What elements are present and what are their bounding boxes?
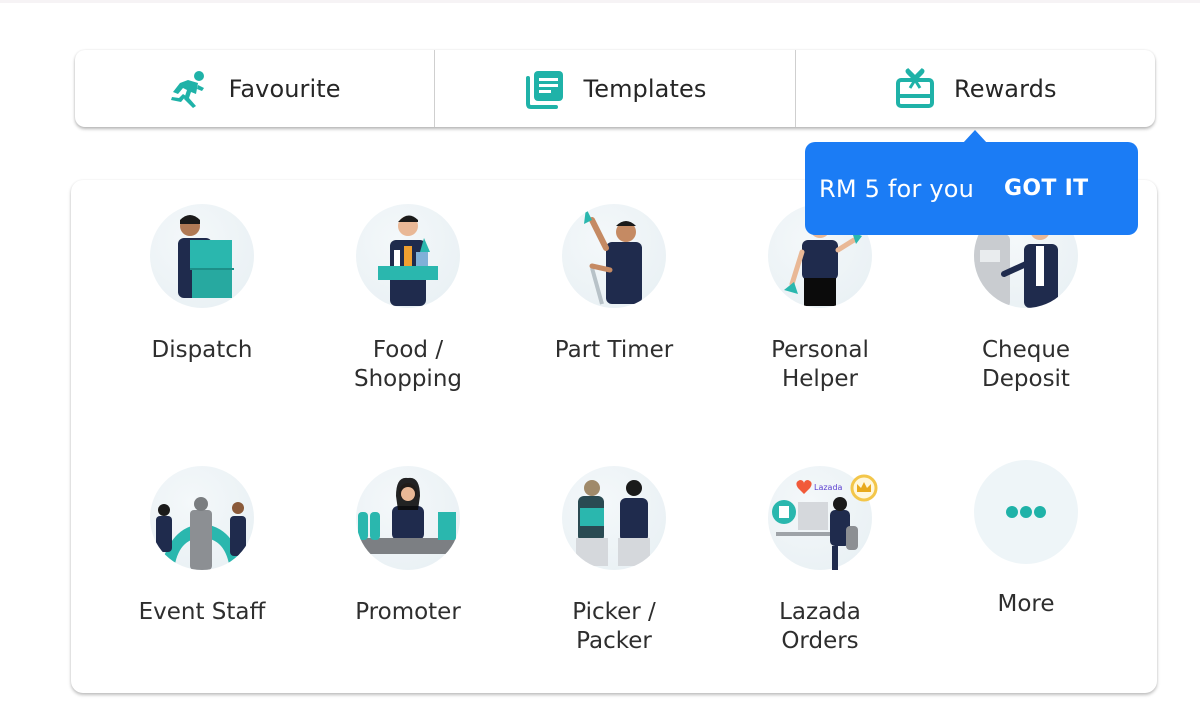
part-timer-icon — [562, 204, 666, 308]
lazada-orders-icon: Lazada — [768, 466, 878, 570]
running-person-icon — [169, 68, 211, 110]
top-divider — [0, 0, 1200, 3]
food-shopping-icon — [356, 204, 460, 308]
service-lazada-orders[interactable]: Lazada Lazada Orders — [725, 466, 915, 656]
got-it-button[interactable]: GOT IT — [1004, 176, 1088, 201]
tab-favourite[interactable]: Favourite — [75, 50, 434, 127]
service-label: Promoter — [355, 599, 461, 625]
service-event-staff[interactable]: Event Staff — [107, 466, 297, 627]
service-part-timer[interactable]: Part Timer — [519, 204, 709, 365]
tab-label: Rewards — [954, 74, 1057, 103]
event-staff-icon — [150, 466, 254, 570]
service-dispatch[interactable]: Dispatch — [107, 204, 297, 365]
service-label: Event Staff — [138, 599, 266, 625]
service-label: Personal Helper — [771, 337, 869, 392]
service-food-shopping[interactable]: Food / Shopping — [313, 204, 503, 394]
top-tab-bar: Favourite Templates Rewards — [75, 50, 1155, 127]
tab-rewards[interactable]: Rewards — [794, 50, 1155, 127]
service-label: Picker / Packer — [572, 599, 656, 654]
services-grid: Dispatch Food / Shopping Part Timer Pers… — [71, 180, 1157, 693]
gift-card-icon — [894, 67, 936, 110]
service-promoter[interactable]: Promoter — [313, 466, 503, 627]
svg-text:Lazada: Lazada — [814, 483, 843, 492]
dispatch-icon — [150, 204, 254, 308]
tab-templates[interactable]: Templates — [434, 50, 794, 127]
service-label: Part Timer — [554, 337, 674, 363]
service-more[interactable]: More — [931, 460, 1121, 619]
service-label: More — [997, 591, 1055, 617]
tab-label: Favourite — [228, 74, 341, 103]
promoter-icon — [356, 466, 460, 570]
tooltip-text: RM 5 for you — [819, 174, 975, 203]
more-icon — [974, 460, 1078, 564]
service-label: Cheque Deposit — [981, 337, 1071, 392]
service-label: Dispatch — [151, 337, 253, 363]
picker-packer-icon — [562, 466, 666, 570]
service-picker-packer[interactable]: Picker / Packer — [519, 466, 709, 656]
tab-label: Templates — [583, 74, 707, 103]
service-label: Lazada Orders — [779, 599, 861, 654]
rewards-tooltip: RM 5 for you GOT IT — [805, 130, 1138, 235]
templates-icon — [524, 68, 566, 110]
service-label: Food / Shopping — [353, 337, 462, 392]
